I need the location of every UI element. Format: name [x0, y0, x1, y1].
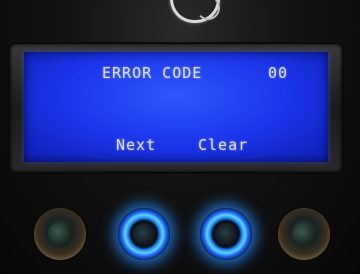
clear-button-cap: [215, 223, 237, 245]
button-4-cap: [292, 222, 316, 246]
button-4[interactable]: [278, 208, 330, 260]
button-1[interactable]: [34, 208, 86, 260]
clear-button[interactable]: [200, 208, 252, 260]
softkey-next-label: Next: [116, 136, 157, 154]
cable-end: [196, 0, 220, 20]
device-panel: ERROR CODE 00 Next Clear: [0, 0, 360, 274]
next-button-cap: [133, 223, 155, 245]
error-code-value: 00: [268, 64, 289, 82]
next-button[interactable]: [118, 208, 170, 260]
error-code-label: ERROR CODE: [102, 64, 203, 82]
softkey-clear-label: Clear: [198, 136, 249, 154]
button-1-cap: [48, 222, 72, 246]
lcd-screen: ERROR CODE 00 Next Clear: [24, 52, 328, 162]
